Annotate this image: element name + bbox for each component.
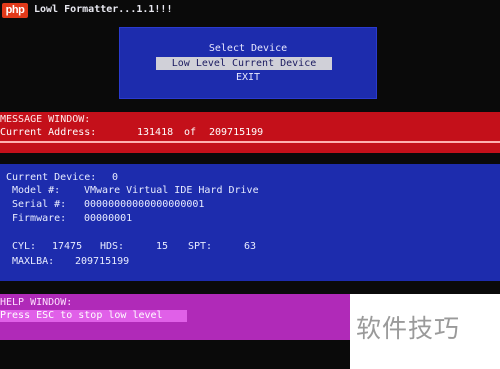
help-window-title: HELP WINDOW:: [0, 297, 73, 308]
firmware-label: Firmware:: [12, 213, 67, 224]
maxlba-value: 209715199: [75, 256, 130, 267]
current-address-label: Current Address:: [0, 127, 97, 138]
help-text: Press ESC to stop low level: [0, 310, 163, 321]
cyl-value: 17475: [52, 241, 83, 252]
spt-value: 63: [244, 241, 257, 252]
message-divider: [0, 141, 500, 143]
of-label: of: [184, 127, 197, 138]
select-device-menu: Select Device Low Level Current Device E…: [119, 27, 377, 99]
current-device-value: 0: [112, 172, 119, 183]
watermark-text: 软件技巧: [356, 314, 461, 343]
php-logo: php: [2, 3, 28, 18]
message-window-title: MESSAGE WINDOW:: [0, 114, 91, 125]
current-device-label: Current Device:: [6, 172, 97, 183]
message-window: MESSAGE WINDOW: Current Address: 131418 …: [0, 112, 500, 153]
hds-label: HDS:: [100, 241, 125, 252]
menu-item-low-level-current-device[interactable]: Low Level Current Device: [156, 57, 332, 70]
model-value: VMware Virtual IDE Hard Drive: [84, 185, 259, 196]
hds-value: 15: [156, 241, 169, 252]
max-address-value: 209715199: [209, 127, 264, 138]
maxlba-label: MAXLBA:: [12, 256, 55, 267]
current-address-value: 131418: [137, 127, 174, 138]
menu-item-exit[interactable]: EXIT: [119, 72, 377, 84]
device-info-window: Current Device: 0 Model #: VMware Virtua…: [0, 164, 500, 281]
model-label: Model #:: [12, 185, 61, 196]
help-window: HELP WINDOW: Press ESC to stop low level: [0, 294, 350, 340]
cyl-label: CYL:: [12, 241, 37, 252]
app-title: Lowl Formatter...1.1!!!: [34, 4, 173, 15]
spt-label: SPT:: [188, 241, 213, 252]
serial-label: Serial #:: [12, 199, 67, 210]
firmware-value: 00000001: [84, 213, 133, 224]
menu-header: Select Device: [208, 43, 288, 54]
bottom-strip: [0, 340, 350, 369]
serial-value: 00000000000000000001: [84, 199, 205, 210]
